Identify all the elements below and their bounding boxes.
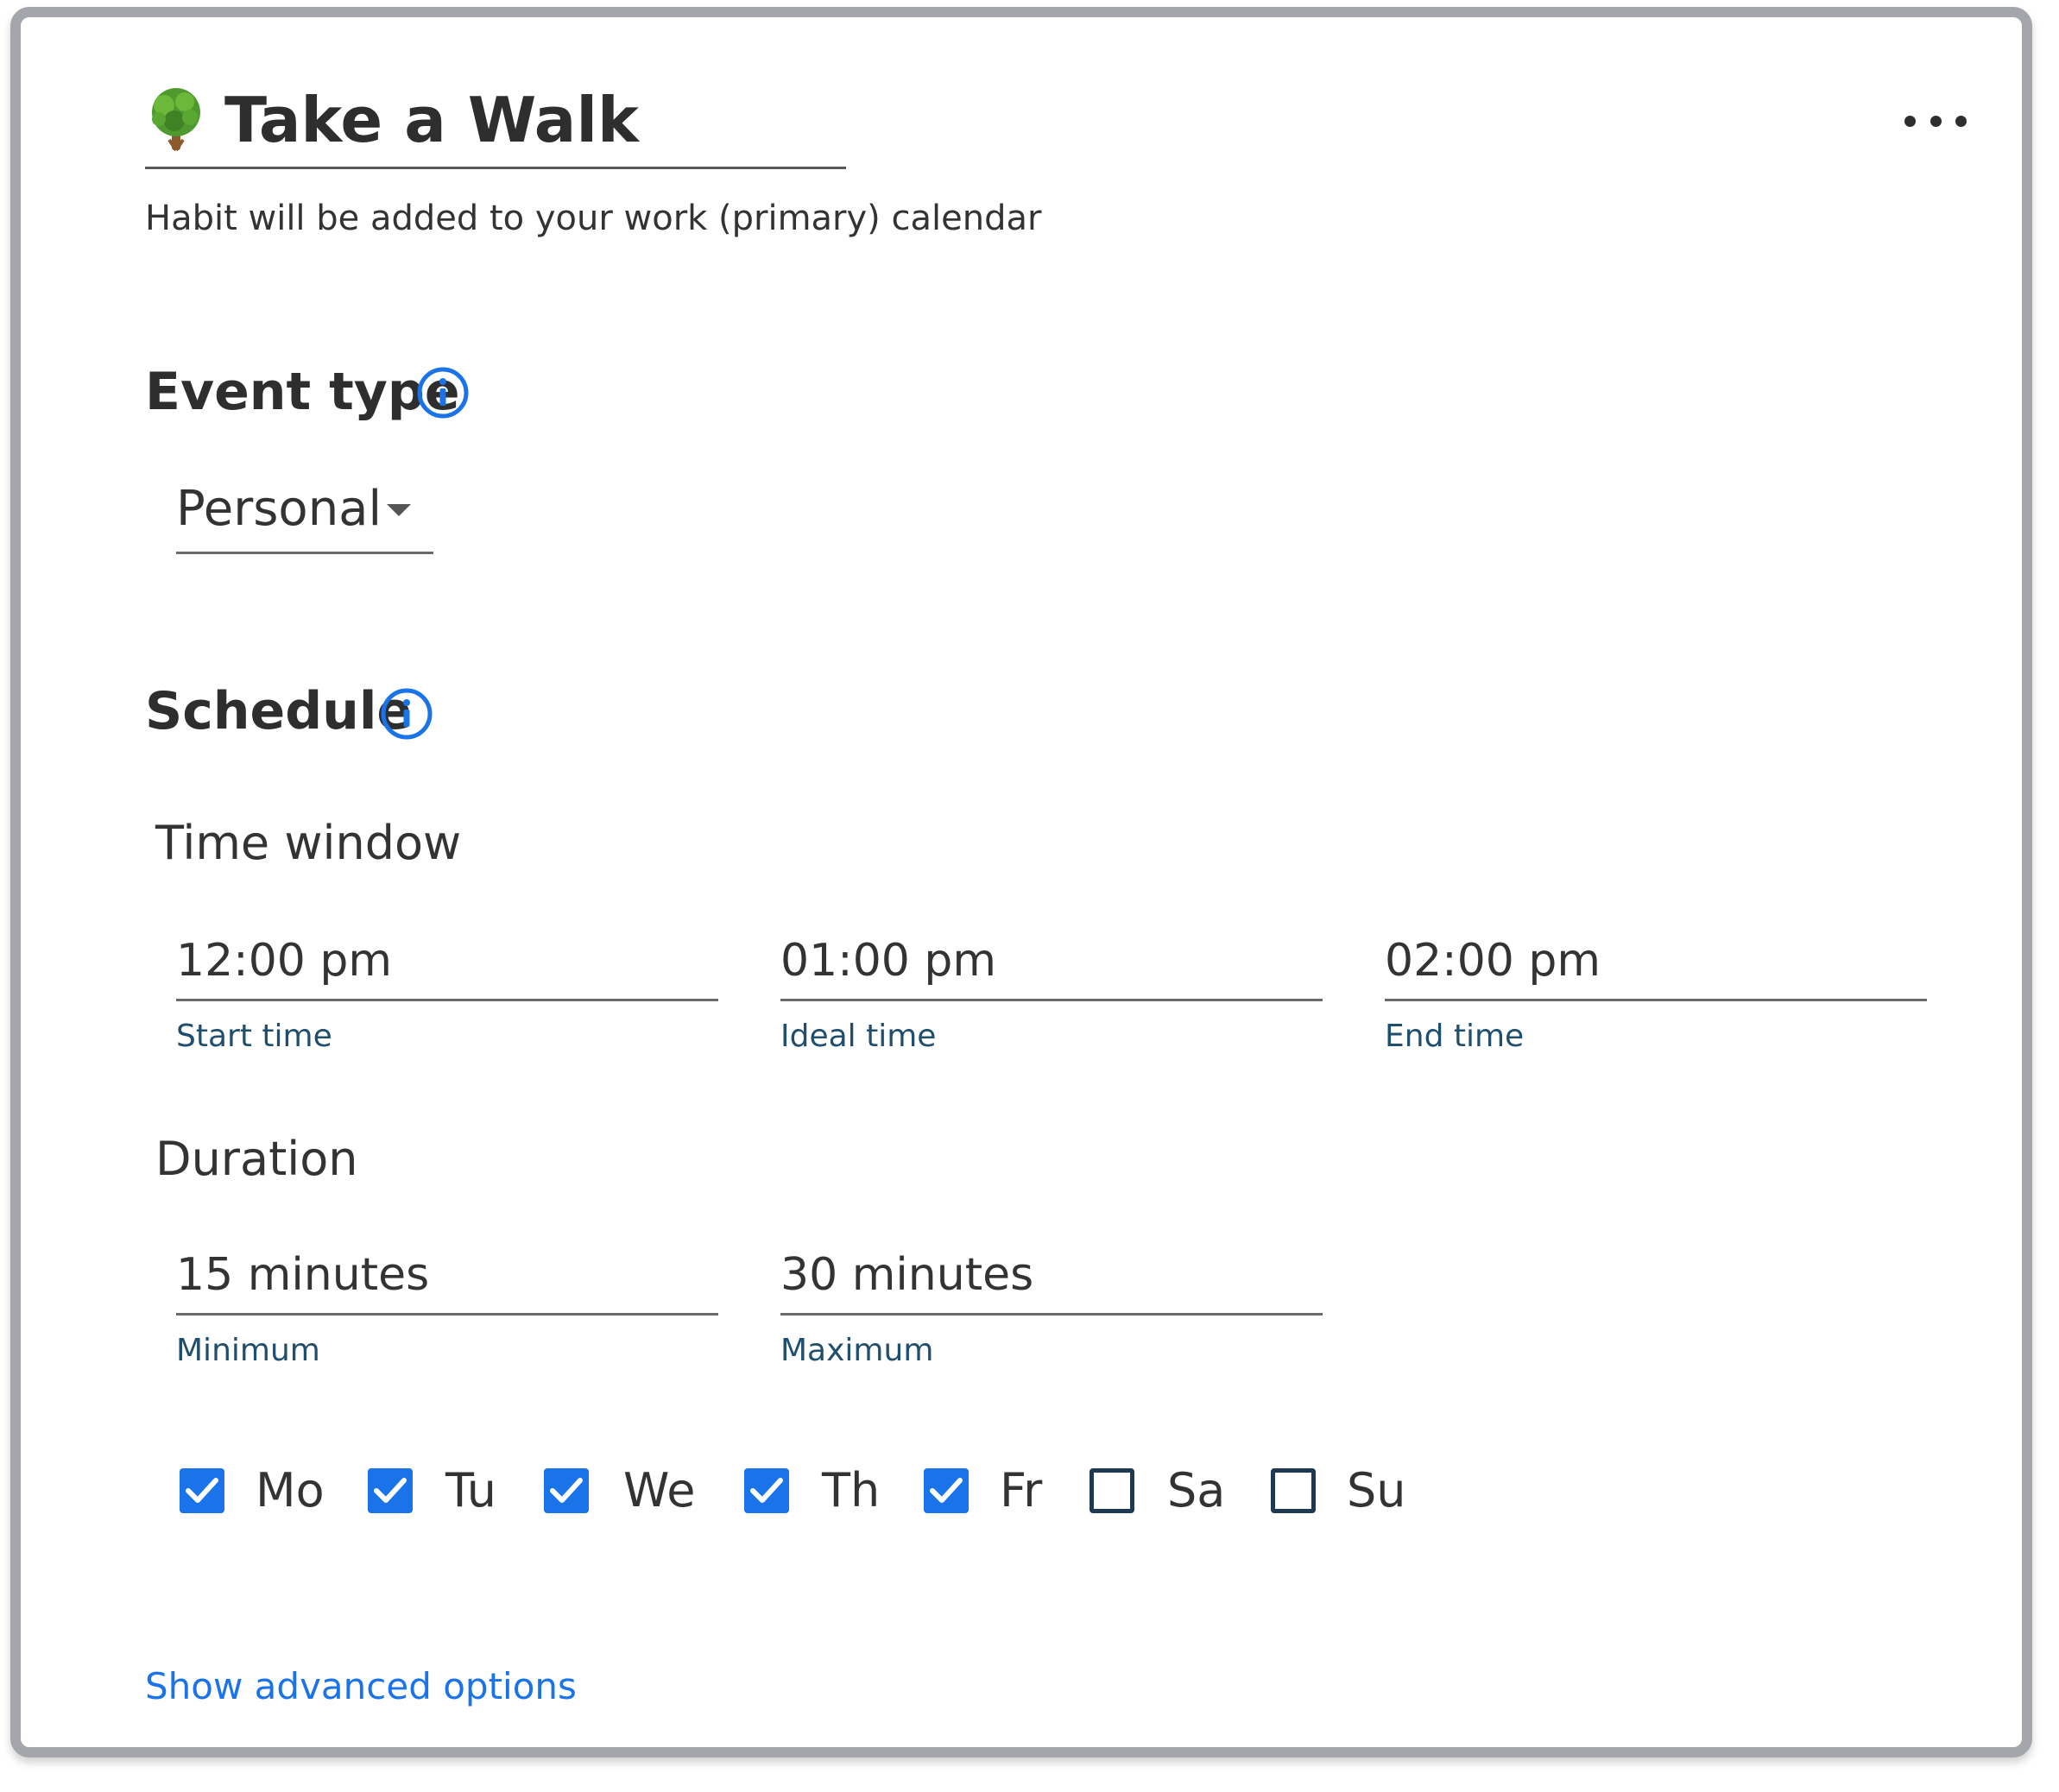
- start-time-helper: Start time: [176, 1019, 332, 1054]
- checkbox-checked-icon: [368, 1468, 413, 1513]
- day-checkbox-tu[interactable]: Tu: [368, 1461, 515, 1521]
- checkmark-icon: [550, 1478, 583, 1503]
- day-label: Th: [822, 1463, 881, 1518]
- checkbox-checked-icon: [544, 1468, 589, 1513]
- max-duration-helper: Maximum: [780, 1333, 934, 1368]
- checkmark-icon: [374, 1478, 407, 1503]
- chevron-down-icon: [387, 504, 411, 516]
- min-duration-input[interactable]: [176, 1238, 718, 1312]
- event-type-heading: Event type: [145, 362, 460, 422]
- time-window-label: Time window: [155, 816, 462, 870]
- checkbox-checked-icon: [924, 1468, 969, 1513]
- habit-title: Take a Walk: [224, 84, 639, 156]
- start-time-input[interactable]: [176, 924, 718, 998]
- tree-icon: [152, 88, 200, 152]
- start-time-field[interactable]: [176, 924, 718, 1001]
- event-type-value: Personal: [176, 481, 382, 537]
- ideal-time-helper: Ideal time: [780, 1019, 937, 1054]
- end-time-helper: End time: [1385, 1019, 1525, 1054]
- info-icon[interactable]: [416, 366, 470, 420]
- more-horizontal-icon: [1904, 115, 1916, 127]
- day-checkbox-sa[interactable]: Sa: [1090, 1461, 1236, 1521]
- show-advanced-options-link[interactable]: Show advanced options: [145, 1663, 577, 1711]
- day-checkbox-mo[interactable]: Mo: [180, 1461, 326, 1521]
- min-duration-helper: Minimum: [176, 1333, 320, 1368]
- day-checkbox-su[interactable]: Su: [1271, 1461, 1418, 1521]
- day-checkbox-fr[interactable]: Fr: [924, 1461, 1053, 1521]
- event-type-select[interactable]: Personal: [176, 473, 433, 554]
- habit-title-field[interactable]: Take a Walk: [145, 83, 846, 169]
- checkmark-icon: [186, 1478, 218, 1503]
- day-label: Sa: [1167, 1463, 1226, 1518]
- end-time-field[interactable]: [1385, 924, 1927, 1001]
- max-duration-field[interactable]: [780, 1238, 1323, 1316]
- info-icon[interactable]: [380, 687, 433, 741]
- checkbox-unchecked-icon: [1271, 1468, 1316, 1513]
- checkbox-checked-icon: [744, 1468, 789, 1513]
- checkbox-unchecked-icon: [1090, 1468, 1134, 1513]
- day-label: Su: [1347, 1463, 1406, 1518]
- day-label: Mo: [256, 1463, 325, 1518]
- duration-label: Duration: [155, 1132, 358, 1186]
- max-duration-input[interactable]: [780, 1238, 1323, 1312]
- calendar-note: Habit will be added to your work (primar…: [145, 199, 1042, 238]
- day-label: Tu: [445, 1463, 497, 1518]
- day-label: We: [623, 1463, 696, 1518]
- min-duration-field[interactable]: [176, 1238, 718, 1316]
- day-checkbox-th[interactable]: Th: [744, 1461, 891, 1521]
- ideal-time-field[interactable]: [780, 924, 1323, 1001]
- day-label: Fr: [1000, 1463, 1043, 1518]
- checkbox-checked-icon: [180, 1468, 224, 1513]
- checkmark-icon: [750, 1478, 783, 1503]
- schedule-heading: Schedule: [145, 681, 413, 741]
- more-options-button[interactable]: [1904, 102, 1967, 140]
- end-time-input[interactable]: [1385, 924, 1927, 998]
- checkmark-icon: [930, 1478, 963, 1503]
- day-checkbox-we[interactable]: We: [544, 1461, 708, 1521]
- ideal-time-input[interactable]: [780, 924, 1323, 998]
